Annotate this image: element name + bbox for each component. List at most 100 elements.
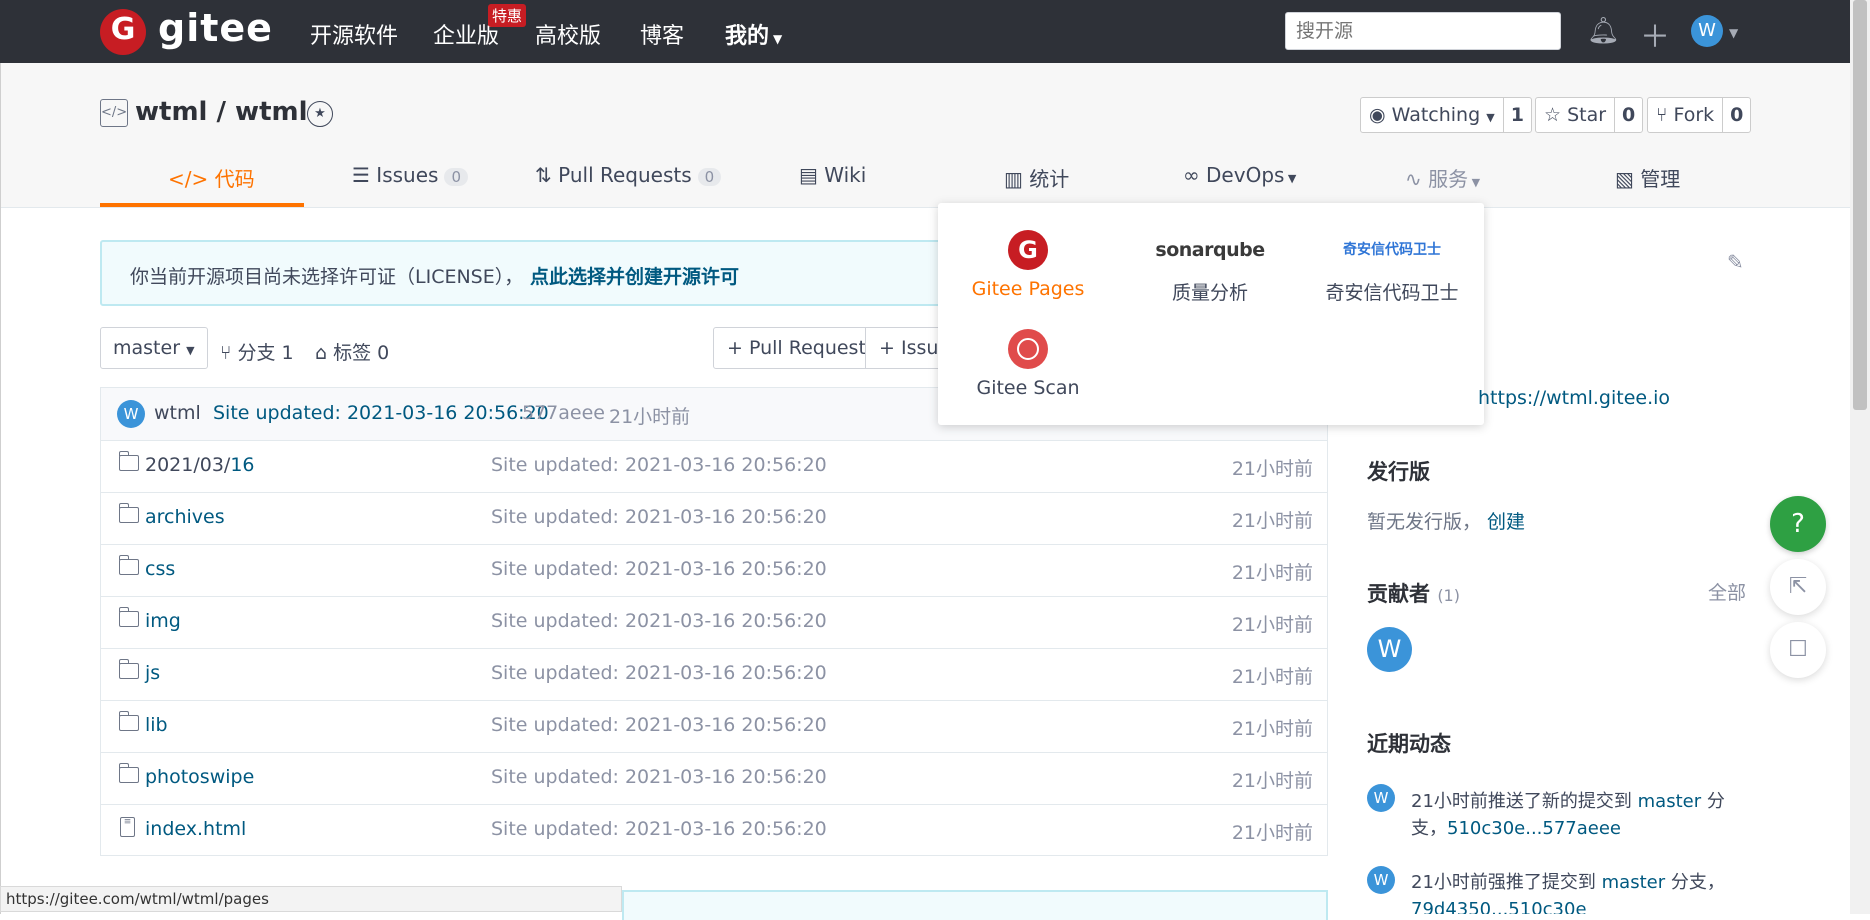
search-input[interactable]	[1285, 12, 1561, 50]
file-name[interactable]: lib	[145, 714, 168, 736]
commit-hash[interactable]: 577aeee	[522, 402, 605, 424]
file-name[interactable]: img	[145, 610, 181, 632]
create-release-link[interactable]: 创建	[1487, 507, 1525, 534]
award-icon[interactable]: ★	[307, 101, 333, 127]
file-commit-message[interactable]: Site updated: 2021-03-16 20:56:20	[491, 818, 827, 840]
branch-select[interactable]: master ▼	[100, 327, 208, 369]
watching-button[interactable]: ◉ Watching ▼ 1	[1360, 97, 1532, 133]
tag-count[interactable]: ⌂ 标签 0	[315, 338, 389, 365]
comment-icon[interactable]: ☐	[1770, 622, 1826, 678]
create-license-link[interactable]: 点此选择并创建开源许可	[530, 262, 739, 289]
file-commit-message[interactable]: Site updated: 2021-03-16 20:56:20	[491, 766, 827, 788]
nav-university[interactable]: 高校版	[535, 18, 601, 50]
file-time: 21小时前	[1231, 614, 1313, 636]
activity-branch-link[interactable]: master	[1638, 791, 1701, 812]
fork-button[interactable]: ⑂ Fork 0	[1647, 97, 1752, 133]
star-count[interactable]: 0	[1615, 98, 1642, 132]
nav-open-source[interactable]: 开源软件	[310, 18, 398, 50]
activity-item: 21小时前推送了新的提交到 master 分支，510c30e...577aee…	[1411, 791, 1725, 839]
sonarqube-logo: sonarqube	[1155, 239, 1265, 261]
gitee-logo-icon[interactable]: G	[100, 9, 146, 55]
file-commit-message[interactable]: Site updated: 2021-03-16 20:56:20	[491, 454, 827, 476]
table-row[interactable]: img Site updated: 2021-03-16 20:56:20 21小时…	[101, 596, 1327, 649]
file-time: 21小时前	[1231, 562, 1313, 584]
nav-blog[interactable]: 博客	[640, 18, 684, 50]
user-avatar[interactable]: W	[1691, 15, 1723, 47]
avatar[interactable]: W	[1367, 784, 1395, 812]
tab-pull-requests[interactable]: ⇅ Pull Requests 0	[535, 163, 722, 187]
contributors-all-link[interactable]: 全部	[1708, 578, 1746, 605]
activity-title: 近期动态	[1367, 732, 1451, 756]
avatar[interactable]: W	[1367, 866, 1395, 894]
tab-issues[interactable]: ☰ Issues 0	[352, 163, 468, 187]
folder-icon	[118, 711, 139, 731]
file-commit-message[interactable]: Site updated: 2021-03-16 20:56:20	[491, 714, 827, 736]
quality-analysis-item[interactable]: sonarqube 质量分析	[1120, 230, 1300, 305]
commit-message[interactable]: Site updated: 2021-03-16 20:56:20	[213, 402, 549, 424]
code-icon: </>	[168, 167, 215, 191]
bell-icon[interactable]: 🔔︎	[1587, 16, 1620, 46]
contributor-avatar[interactable]: W	[1367, 627, 1412, 672]
table-row[interactable]: lib Site updated: 2021-03-16 20:56:20 21小时…	[101, 700, 1327, 753]
activity-branch-link[interactable]: master	[1602, 872, 1665, 893]
file-name[interactable]: 2021/03/16	[145, 454, 255, 476]
tab-manage[interactable]: ▧ 管理	[1615, 163, 1680, 192]
caret-down-icon: ▼	[773, 32, 783, 46]
watching-count[interactable]: 1	[1504, 98, 1531, 132]
folder-icon	[118, 607, 139, 627]
file-commit-message[interactable]: Site updated: 2021-03-16 20:56:20	[491, 662, 827, 684]
nav-mine[interactable]: 我的 ▼	[725, 18, 782, 50]
tab-wiki[interactable]: ▤ Wiki	[799, 163, 866, 187]
file-table: W wtml Site updated: 2021-03-16 20:56:20…	[100, 387, 1328, 856]
fork-count[interactable]: 0	[1723, 98, 1750, 132]
bottom-notice-partial	[622, 890, 1328, 920]
tag-icon: ⌂	[315, 342, 334, 364]
new-pull-request-button[interactable]: + Pull Request	[713, 327, 880, 369]
branch-count[interactable]: ⑂ 分支 1	[220, 338, 294, 365]
license-notice-text: 你当前开源项目尚未选择许可证（LICENSE），	[130, 266, 524, 288]
commit-author[interactable]: wtml	[154, 402, 201, 424]
homepage-link[interactable]: https://wtml.gitee.io	[1478, 387, 1670, 409]
file-name[interactable]: index.html	[145, 818, 246, 840]
issues-count: 0	[444, 168, 468, 186]
table-row[interactable]: archives Site updated: 2021-03-16 20:56:2…	[101, 492, 1327, 545]
plus-icon[interactable]: ＋	[1640, 12, 1670, 56]
caret-down-icon: ▼	[1486, 111, 1495, 124]
table-row[interactable]: photoswipe Site updated: 2021-03-16 20:56…	[101, 752, 1327, 805]
table-row[interactable]: 2021/03/16 Site updated: 2021-03-16 20:56…	[101, 440, 1327, 493]
file-name[interactable]: css	[145, 558, 175, 580]
avatar[interactable]: W	[117, 400, 145, 428]
table-row[interactable]: css Site updated: 2021-03-16 20:56:20 21小时…	[101, 544, 1327, 597]
file-commit-message[interactable]: Site updated: 2021-03-16 20:56:20	[491, 610, 827, 632]
file-name[interactable]: archives	[145, 506, 225, 528]
new-issue-button[interactable]: + Issue	[865, 327, 940, 369]
tab-code[interactable]: </> 代码	[168, 163, 255, 192]
releases-title: 发行版	[1367, 460, 1430, 484]
repo-title[interactable]: wtml / wtml	[135, 97, 308, 127]
infinity-icon: ∞	[1183, 163, 1207, 187]
file-commit-message[interactable]: Site updated: 2021-03-16 20:56:20	[491, 506, 827, 528]
tab-services[interactable]: ∿ 服务 ▼	[1405, 163, 1480, 192]
share-icon[interactable]: ⇱	[1770, 559, 1826, 615]
gitee-scan-item[interactable]: Gitee Scan	[938, 329, 1118, 399]
activity-compare-link[interactable]: 510c30e...577aeee	[1447, 818, 1621, 839]
file-name[interactable]: js	[145, 662, 160, 684]
commit-time: 21小时前	[609, 406, 691, 428]
table-row[interactable]: ≡ index.html Site updated: 2021-03-16 20:5…	[101, 804, 1327, 856]
caret-down-icon[interactable]: ▼	[1729, 26, 1738, 40]
file-commit-message[interactable]: Site updated: 2021-03-16 20:56:20	[491, 558, 827, 580]
file-name[interactable]: photoswipe	[145, 766, 254, 788]
table-row[interactable]: js Site updated: 2021-03-16 20:56:20 21小时前	[101, 648, 1327, 701]
book-icon: ▤	[799, 163, 825, 187]
activity-compare-link[interactable]: 79d4350...510c30e	[1411, 899, 1587, 914]
tab-stats[interactable]: ▥ 统计	[1004, 163, 1069, 192]
star-button[interactable]: ☆ Star 0	[1535, 97, 1644, 133]
tab-devops[interactable]: ∞ DevOps ▼	[1183, 163, 1296, 187]
qianxin-codesafe-item[interactable]: 奇安信代码卫士 奇安信代码卫士	[1302, 230, 1482, 305]
scrollbar-thumb[interactable]	[1853, 0, 1867, 410]
gitee-logo-text[interactable]: gitee	[158, 6, 273, 50]
gitee-pages-item[interactable]: G Gitee Pages	[938, 230, 1118, 300]
help-button[interactable]: ?	[1770, 496, 1826, 552]
file-icon: ≡	[120, 817, 135, 837]
edit-icon[interactable]: ✎	[1727, 250, 1744, 274]
